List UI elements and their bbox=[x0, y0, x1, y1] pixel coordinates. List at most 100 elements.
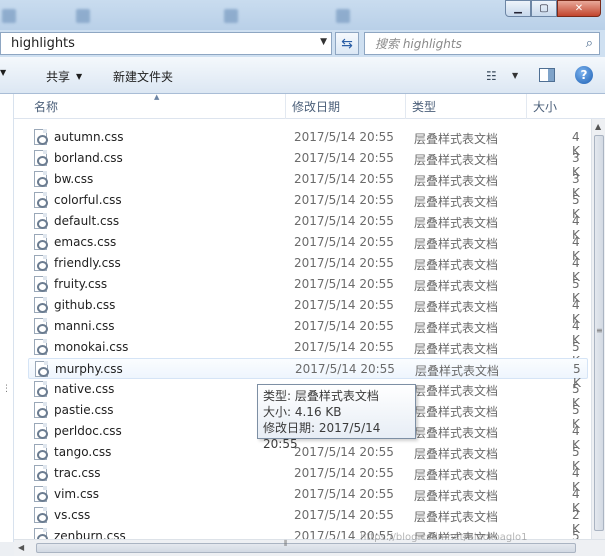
file-name: github.css bbox=[54, 298, 116, 312]
close-icon[interactable]: ✕ bbox=[557, 0, 601, 17]
file-list: autumn.css 2017/5/14 20:55 层叠样式表文档 4 Kborla… bbox=[14, 119, 591, 539]
file-type: 层叠样式表文档 bbox=[414, 489, 499, 503]
nav-scrollbar[interactable] bbox=[0, 542, 14, 556]
file-row[interactable]: default.css 2017/5/14 20:55 层叠样式表文档 4 K bbox=[28, 211, 588, 242]
file-size: 5 K bbox=[572, 529, 580, 539]
file-row[interactable]: friendly.css 2017/5/14 20:55 层叠样式表文档 4 K bbox=[28, 253, 588, 284]
tooltip-size: 大小: 4.16 KB bbox=[263, 405, 342, 419]
scroll-left-icon[interactable]: ◀ bbox=[18, 543, 24, 552]
file-date: 2017/5/14 20:55 bbox=[294, 298, 394, 312]
column-size[interactable]: 大小 bbox=[527, 94, 605, 119]
file-type: 层叠样式表文档 bbox=[414, 447, 499, 461]
css-file-icon bbox=[34, 444, 48, 460]
file-type: 层叠样式表文档 bbox=[414, 195, 499, 209]
caret-down-icon: ▼ bbox=[0, 68, 7, 77]
file-name: manni.css bbox=[54, 319, 115, 333]
file-type: 层叠样式表文档 bbox=[414, 237, 499, 251]
file-date: 2017/5/14 20:55 bbox=[294, 214, 394, 228]
css-file-icon bbox=[34, 339, 48, 355]
file-type: 层叠样式表文档 bbox=[414, 384, 499, 398]
view-options-icon[interactable]: ☷ bbox=[486, 69, 497, 83]
column-type[interactable]: 类型 bbox=[406, 94, 527, 119]
share-label: 共享 bbox=[46, 70, 71, 84]
hscroll-thumb[interactable] bbox=[36, 543, 576, 553]
file-date: 2017/5/14 20:55 bbox=[294, 235, 394, 249]
column-name-label: 名称 bbox=[34, 100, 59, 114]
file-row[interactable]: trac.css 2017/5/14 20:55 层叠样式表文档 4 K bbox=[28, 463, 588, 494]
new-folder-button[interactable]: 新建文件夹 bbox=[113, 68, 173, 85]
file-name: murphy.css bbox=[55, 362, 123, 376]
css-file-icon bbox=[34, 129, 48, 145]
file-date: 2017/5/14 20:55 bbox=[294, 193, 394, 207]
scroll-thumb[interactable]: ≡ bbox=[594, 135, 604, 531]
file-name: trac.css bbox=[54, 466, 101, 480]
file-row[interactable]: vs.css 2017/5/14 20:55 层叠样式表文档 2 K bbox=[28, 505, 588, 536]
file-type: 层叠样式表文档 bbox=[414, 300, 499, 314]
window-controls: ▁ ▢ ✕ bbox=[505, 0, 601, 17]
file-row[interactable]: murphy.css 2017/5/14 20:55 层叠样式表文档 5 K bbox=[28, 358, 588, 390]
help-icon[interactable]: ? bbox=[575, 66, 593, 84]
css-file-icon bbox=[34, 318, 48, 334]
file-row[interactable]: github.css 2017/5/14 20:55 层叠样式表文档 4 K bbox=[28, 295, 588, 326]
css-file-icon bbox=[34, 192, 48, 208]
organize-caret[interactable]: ▼ bbox=[0, 68, 6, 77]
share-button[interactable]: 共享 ▼ bbox=[46, 68, 82, 85]
file-name: vim.css bbox=[54, 487, 100, 501]
file-row[interactable]: colorful.css 2017/5/14 20:55 层叠样式表文档 5 K bbox=[28, 190, 588, 221]
file-date: 2017/5/14 20:55 bbox=[294, 172, 394, 186]
grip-icon: ⦀ bbox=[284, 539, 288, 548]
file-name: friendly.css bbox=[54, 256, 121, 270]
file-name: emacs.css bbox=[54, 235, 117, 249]
column-modified[interactable]: 修改日期 bbox=[286, 94, 406, 119]
refresh-icon[interactable]: ⇆ bbox=[335, 32, 359, 55]
column-size-label: 大小 bbox=[533, 100, 558, 114]
css-file-icon bbox=[34, 213, 48, 229]
file-name: borland.css bbox=[54, 151, 123, 165]
css-file-icon bbox=[34, 234, 48, 250]
file-type: 层叠样式表文档 bbox=[414, 468, 499, 482]
maximize-icon[interactable]: ▢ bbox=[531, 0, 557, 17]
search-input[interactable]: 搜索 highlights ⌕ bbox=[364, 32, 600, 55]
file-name: perldoc.css bbox=[54, 424, 122, 438]
scroll-up-icon[interactable]: ▲ bbox=[595, 122, 601, 131]
address-row: highlights ▼ ⇆ 搜索 highlights ⌕ bbox=[0, 30, 605, 57]
css-file-icon bbox=[35, 361, 49, 377]
css-file-icon bbox=[34, 528, 48, 539]
file-date: 2017/5/14 20:55 bbox=[294, 151, 394, 165]
css-file-icon bbox=[34, 150, 48, 166]
css-file-icon bbox=[34, 402, 48, 418]
file-row[interactable]: emacs.css 2017/5/14 20:55 层叠样式表文档 4 K bbox=[28, 232, 588, 263]
title-bar: ▁ ▢ ✕ bbox=[0, 0, 605, 30]
css-file-icon bbox=[34, 507, 48, 523]
navigation-pane: ⋮ bbox=[0, 94, 14, 556]
chevron-down-icon[interactable]: ▼ bbox=[320, 37, 327, 47]
caret-down-icon[interactable]: ▼ bbox=[512, 71, 518, 80]
preview-pane-icon[interactable] bbox=[539, 68, 555, 82]
magnifier-icon[interactable]: ⌕ bbox=[586, 36, 593, 51]
column-header: ▲ 名称 修改日期 类型 大小 bbox=[14, 93, 605, 119]
file-row[interactable]: bw.css 2017/5/14 20:55 层叠样式表文档 3 K bbox=[28, 169, 588, 200]
vertical-scrollbar[interactable]: ▲ ≡ bbox=[591, 119, 605, 539]
file-row[interactable]: borland.css 2017/5/14 20:55 层叠样式表文档 3 K bbox=[28, 148, 588, 179]
css-file-icon bbox=[34, 276, 48, 292]
column-modified-label: 修改日期 bbox=[292, 100, 341, 114]
file-row[interactable]: vim.css 2017/5/14 20:55 层叠样式表文档 4 K bbox=[28, 484, 588, 515]
file-date: 2017/5/14 20:55 bbox=[294, 340, 394, 354]
caret-down-icon: ▼ bbox=[76, 72, 83, 81]
file-type: 层叠样式表文档 bbox=[414, 405, 499, 419]
file-row[interactable]: manni.css 2017/5/14 20:55 层叠样式表文档 4 K bbox=[28, 316, 588, 347]
splitter-grip-icon[interactable]: ⋮ bbox=[2, 384, 11, 394]
file-row[interactable]: autumn.css 2017/5/14 20:55 层叠样式表文档 4 K bbox=[28, 127, 588, 158]
blurred-taskbar-tabs bbox=[0, 6, 500, 26]
column-name[interactable]: 名称 bbox=[28, 94, 286, 119]
file-date: 2017/5/14 20:55 bbox=[294, 319, 394, 333]
file-name: fruity.css bbox=[54, 277, 108, 291]
file-row[interactable]: monokai.css2017/5/14 20:55层叠样式表文档5 K bbox=[28, 337, 588, 368]
minimize-icon[interactable]: ▁ bbox=[505, 0, 531, 17]
file-type: 层叠样式表文档 bbox=[414, 342, 499, 356]
file-row[interactable]: fruity.css 2017/5/14 20:55 层叠样式表文档 5 K bbox=[28, 274, 588, 305]
address-bar[interactable]: highlights ▼ bbox=[0, 32, 332, 55]
css-file-icon bbox=[34, 423, 48, 439]
address-folder: highlights bbox=[11, 36, 75, 51]
css-file-icon bbox=[34, 297, 48, 313]
